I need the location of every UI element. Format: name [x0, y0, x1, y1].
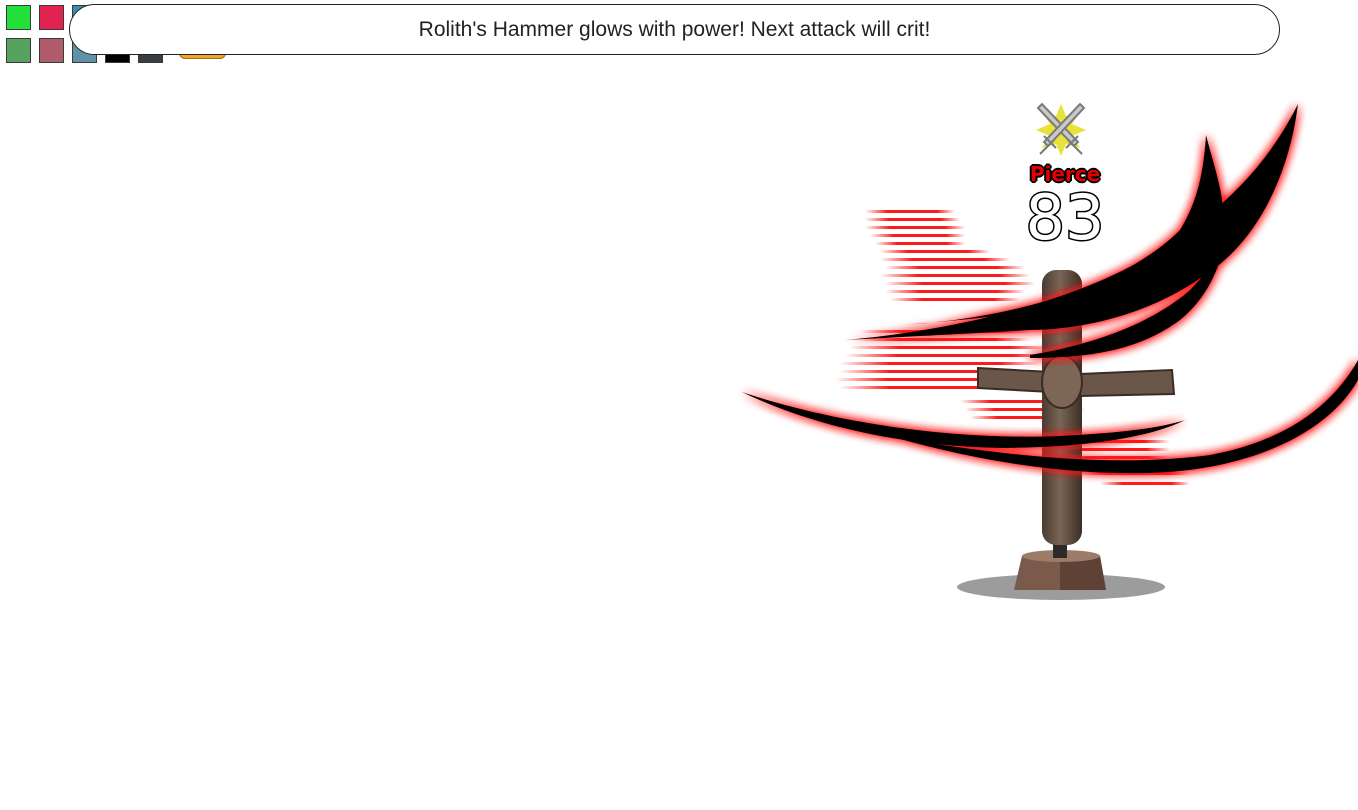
battle-scene [742, 102, 1358, 600]
crossed-swords-icon [1036, 102, 1086, 156]
damage-value: 83 [1024, 180, 1106, 256]
